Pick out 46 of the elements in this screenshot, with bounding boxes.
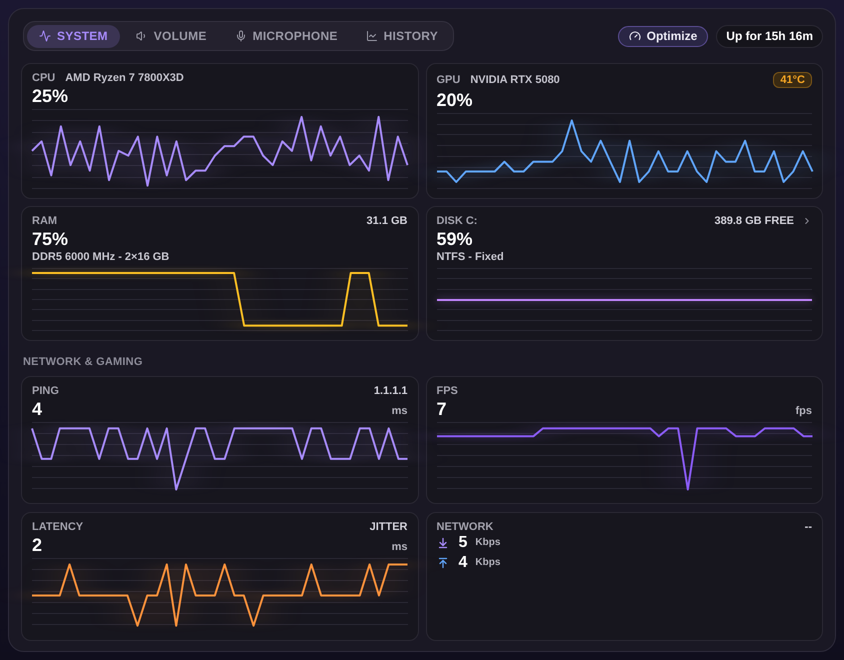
rate-value: 5 bbox=[458, 533, 468, 553]
metric-value: 75% bbox=[32, 228, 68, 251]
section-title: NETWORK & GAMING bbox=[23, 356, 143, 368]
metric-info: JITTER bbox=[370, 521, 408, 533]
metric-value: 7 bbox=[436, 398, 447, 421]
unit-label: ms bbox=[392, 404, 408, 417]
microphone-icon bbox=[234, 30, 247, 42]
unit-label: fps bbox=[796, 404, 812, 417]
device-name: NVIDIA RTX 5080 bbox=[470, 74, 560, 86]
metric-label: NETWORK bbox=[436, 521, 494, 533]
metric-label: DISK C: bbox=[436, 215, 478, 227]
uptime-indicator: Up for 15h 16m bbox=[716, 24, 823, 48]
unit-label: Kbps bbox=[475, 537, 500, 549]
tab[interactable]: MICROPHONE bbox=[222, 24, 350, 48]
metric-value: 25% bbox=[32, 85, 68, 108]
device-name: AMD Ryzen 7 7800X3D bbox=[65, 72, 184, 84]
metric-value: 4 bbox=[32, 398, 42, 421]
arrow-up-to-line-icon bbox=[436, 557, 448, 569]
activity-icon bbox=[39, 30, 51, 42]
metric-info: 1.1.1.1 bbox=[374, 385, 408, 397]
rate-value: 4 bbox=[458, 553, 468, 573]
tab[interactable]: VOLUME bbox=[124, 24, 219, 48]
metric-label: FPS bbox=[436, 385, 458, 397]
unit-label: ms bbox=[392, 540, 408, 553]
arrow-down-to-line-icon bbox=[436, 537, 448, 549]
metric-label: RAM bbox=[32, 215, 58, 227]
metric-label: PING bbox=[32, 385, 59, 397]
metric-label: GPU bbox=[436, 74, 460, 86]
line-chart-icon bbox=[366, 30, 378, 42]
metric-value: 2 bbox=[32, 534, 42, 557]
metric-subtitle: DDR5 6000 MHz - 2×16 GB bbox=[32, 251, 170, 264]
metric-label: LATENCY bbox=[32, 521, 84, 533]
metric-value: 20% bbox=[436, 89, 473, 112]
metric-label: CPU bbox=[32, 72, 56, 84]
tab[interactable]: SYSTEM bbox=[27, 24, 120, 48]
speaker-icon bbox=[136, 30, 148, 42]
gauge-icon bbox=[628, 30, 641, 42]
metric-info: 31.1 GB bbox=[366, 215, 408, 227]
tab[interactable]: HISTORY bbox=[354, 24, 450, 48]
metric-info: -- bbox=[804, 521, 812, 533]
temperature-badge: 41°C bbox=[773, 72, 812, 88]
metric-subtitle: NTFS - Fixed bbox=[436, 251, 504, 264]
metric-value: 59% bbox=[436, 228, 473, 251]
metric-info: 389.8 GB FREE bbox=[714, 215, 794, 227]
unit-label: Kbps bbox=[475, 557, 500, 569]
optimize-button[interactable]: Optimize bbox=[618, 26, 708, 46]
